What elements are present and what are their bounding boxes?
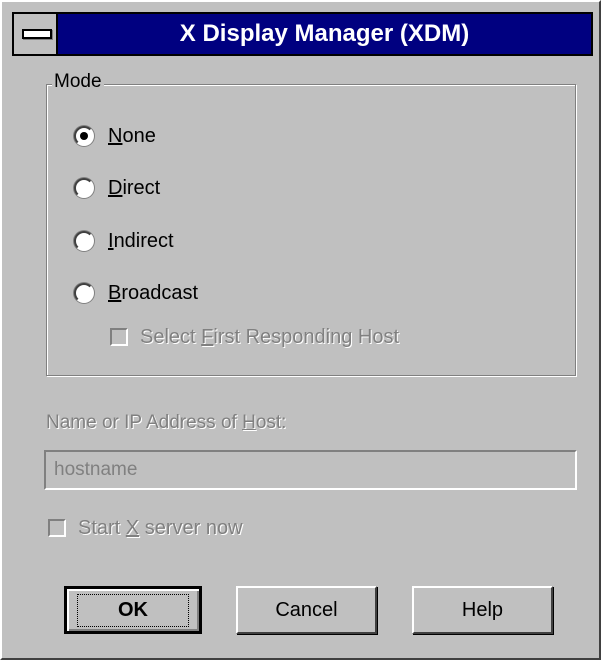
ok-button-label: OK <box>77 593 189 627</box>
mode-group-label: Mode <box>52 71 104 93</box>
radio-broadcast[interactable]: Broadcast <box>74 279 198 307</box>
system-menu-button[interactable] <box>14 14 58 54</box>
radio-button-broadcast[interactable] <box>74 283 94 303</box>
select-first-host-label: Select First Responding Host <box>140 325 400 348</box>
radio-indirect[interactable]: Indirect <box>74 227 174 255</box>
radio-none[interactable]: None <box>74 122 156 150</box>
select-first-host-checkbox[interactable] <box>110 328 128 346</box>
cancel-button[interactable]: Cancel <box>236 586 377 634</box>
radio-button-direct[interactable] <box>74 178 94 198</box>
help-button[interactable]: Help <box>412 586 553 634</box>
radio-direct[interactable]: Direct <box>74 174 160 202</box>
radio-label-broadcast: Broadcast <box>108 281 199 304</box>
title-bar[interactable]: X Display Manager (XDM) <box>12 12 593 56</box>
radio-button-none[interactable] <box>74 126 94 146</box>
select-first-host-checkbox-row[interactable]: Select First Responding Host <box>110 324 399 350</box>
radio-label-none: None <box>108 124 156 147</box>
host-label: Name or IP Address of Host: <box>46 412 287 433</box>
start-server-checkbox[interactable] <box>48 519 66 537</box>
system-menu-icon <box>22 29 52 39</box>
start-server-label: Start X server now <box>78 516 243 539</box>
ok-button[interactable]: OK <box>64 586 202 634</box>
radio-label-indirect: Indirect <box>108 229 174 252</box>
radio-label-direct: Direct <box>108 176 161 199</box>
host-input[interactable] <box>44 450 577 490</box>
start-server-checkbox-row[interactable]: Start X server now <box>48 515 243 541</box>
radio-button-indirect[interactable] <box>74 231 94 251</box>
window-title: X Display Manager (XDM) <box>179 20 470 47</box>
